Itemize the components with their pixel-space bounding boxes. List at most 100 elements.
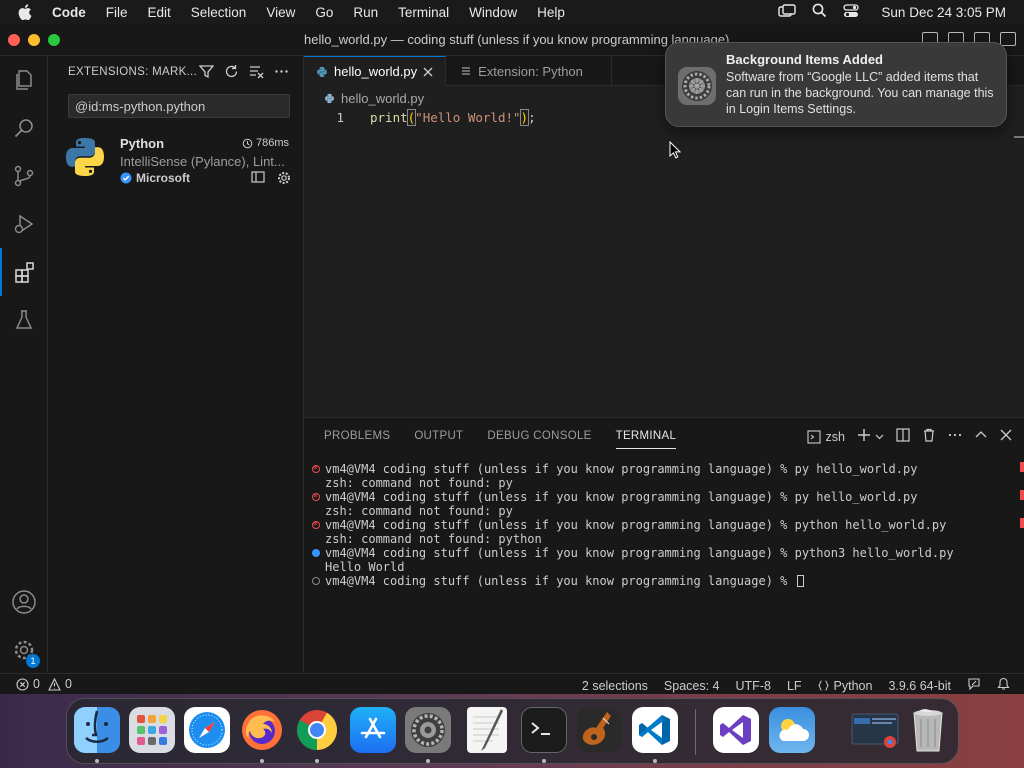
- verified-publisher-icon: [120, 172, 132, 184]
- visual-studio-icon[interactable]: [713, 707, 759, 753]
- accounts-icon[interactable]: [0, 578, 48, 626]
- menu-window[interactable]: Window: [469, 5, 517, 20]
- panel-tab-problems[interactable]: PROBLEMS: [324, 424, 390, 448]
- feedback-icon[interactable]: [967, 677, 981, 694]
- menu-file[interactable]: File: [106, 5, 128, 20]
- control-center-icon[interactable]: [843, 3, 860, 21]
- sidebar-header: EXTENSIONS: MARK...: [48, 56, 303, 88]
- filter-icon[interactable]: [198, 64, 215, 82]
- command-failed-icon[interactable]: [312, 489, 320, 503]
- new-terminal-icon[interactable]: [857, 428, 871, 445]
- firefox-icon[interactable]: [239, 707, 285, 753]
- chrome-icon[interactable]: [294, 707, 340, 753]
- problems-status[interactable]: 0 0: [16, 677, 72, 691]
- terminal-line-text: zsh: command not found: python: [325, 532, 542, 546]
- extension-description: IntelliSense (Pylance), Lint...: [120, 154, 285, 169]
- warning-count: 0: [64, 677, 72, 691]
- tab-label: Extension: Python: [478, 63, 583, 79]
- close-window-button[interactable]: [8, 34, 20, 46]
- breadcrumb-file: hello_world.py: [341, 91, 425, 106]
- code-text[interactable]: print("Hello World!");: [370, 109, 536, 128]
- more-actions-icon[interactable]: [274, 64, 289, 82]
- minimize-window-button[interactable]: [28, 34, 40, 46]
- window-preview-icon[interactable]: [849, 707, 901, 753]
- status-selections[interactable]: 2 selections: [582, 679, 648, 693]
- extensions-icon[interactable]: [0, 248, 48, 296]
- garageband-icon[interactable]: [576, 707, 622, 753]
- clear-results-icon[interactable]: [249, 64, 264, 82]
- manage-gear-icon[interactable]: 1: [0, 626, 48, 674]
- extension-settings-gear-icon[interactable]: [277, 171, 291, 188]
- menu-run[interactable]: Run: [353, 5, 378, 20]
- spotlight-search-icon[interactable]: [812, 3, 827, 21]
- launchpad-icon[interactable]: [129, 707, 175, 753]
- breadcrumb[interactable]: hello_world.py: [324, 91, 424, 106]
- screen-mirroring-icon[interactable]: [778, 3, 797, 21]
- search-icon[interactable]: [0, 104, 48, 152]
- zoom-window-button[interactable]: [48, 34, 60, 46]
- textedit-icon[interactable]: [467, 707, 507, 753]
- panel-tab-output[interactable]: OUTPUT: [414, 424, 463, 448]
- warning-icon: [48, 677, 61, 691]
- notifications-bell-icon[interactable]: [997, 677, 1010, 694]
- menu-app-name[interactable]: Code: [52, 5, 86, 20]
- customize-layout-icon[interactable]: [1000, 32, 1016, 46]
- panel-tab-terminal[interactable]: TERMINAL: [615, 424, 677, 449]
- terminal-line-text: vm4@VM4 coding stuff (unless if you know…: [325, 574, 795, 588]
- background-items-notification[interactable]: Background Items Added Software from “Go…: [665, 42, 1007, 127]
- run-debug-icon[interactable]: [0, 200, 48, 248]
- menu-selection[interactable]: Selection: [191, 5, 247, 20]
- terminal-dropdown-chevron-icon[interactable]: [875, 430, 884, 444]
- terminal-cursor: [796, 575, 804, 587]
- menu-clock[interactable]: Sun Dec 24 3:05 PM: [881, 5, 1006, 20]
- trash-icon[interactable]: [905, 707, 951, 753]
- split-terminal-icon[interactable]: [896, 428, 910, 445]
- refresh-icon[interactable]: [224, 64, 239, 82]
- testing-icon[interactable]: [0, 296, 48, 344]
- terminal-icon[interactable]: [521, 707, 567, 753]
- weather-icon[interactable]: [769, 707, 815, 753]
- status-interpreter[interactable]: 3.9.6 64-bit: [888, 679, 951, 693]
- terminal-line: vm4@VM4 coding stuff (unless if you know…: [312, 461, 954, 476]
- panel-tab-debug-console[interactable]: DEBUG CONSOLE: [487, 424, 591, 448]
- extension-list-item[interactable]: Python 786ms IntelliSense (Pylance), Lin…: [48, 134, 303, 194]
- menu-view[interactable]: View: [266, 5, 295, 20]
- menu-terminal[interactable]: Terminal: [398, 5, 449, 20]
- command-succeeded-icon[interactable]: [312, 549, 320, 557]
- tab-extension-python[interactable]: Extension: Python: [446, 56, 612, 86]
- safari-icon[interactable]: [184, 707, 230, 753]
- status-language-mode[interactable]: Python: [817, 679, 872, 693]
- status-encoding[interactable]: UTF-8: [736, 679, 771, 693]
- command-failed-icon[interactable]: [312, 517, 320, 531]
- publisher-name: Microsoft: [136, 171, 190, 185]
- notification-body: Software from “Google LLC” added items t…: [726, 70, 994, 116]
- close-panel-icon[interactable]: [1000, 429, 1012, 444]
- explorer-icon[interactable]: [0, 56, 48, 104]
- terminal-line-text: vm4@VM4 coding stuff (unless if you know…: [325, 546, 954, 560]
- extension-split-icon[interactable]: [251, 171, 265, 188]
- dock-separator: [695, 709, 696, 755]
- code-line[interactable]: 1 print("Hello World!");: [304, 109, 536, 128]
- finder-icon[interactable]: [74, 707, 120, 753]
- system-settings-icon[interactable]: [405, 707, 451, 753]
- menu-edit[interactable]: Edit: [148, 5, 171, 20]
- command-failed-icon[interactable]: [312, 461, 320, 475]
- vscode-icon[interactable]: [632, 707, 678, 753]
- apple-menu-icon[interactable]: [18, 4, 34, 20]
- panel-more-actions-icon[interactable]: [948, 428, 962, 445]
- terminal-shell-selector[interactable]: zsh: [806, 430, 845, 444]
- source-control-icon[interactable]: [0, 152, 48, 200]
- menu-help[interactable]: Help: [537, 5, 565, 20]
- maximize-panel-chevron-icon[interactable]: [974, 428, 988, 445]
- menu-go[interactable]: Go: [315, 5, 333, 20]
- status-indentation[interactable]: Spaces: 4: [664, 679, 720, 693]
- notification-title: Background Items Added: [726, 52, 883, 67]
- app-store-icon[interactable]: [350, 707, 396, 753]
- status-eol[interactable]: LF: [787, 679, 802, 693]
- extensions-sidebar: EXTENSIONS: MARK... @id:ms-python.python…: [48, 56, 304, 673]
- close-tab-icon[interactable]: [423, 67, 433, 77]
- kill-terminal-trash-icon[interactable]: [922, 428, 936, 445]
- extensions-search-input[interactable]: [68, 94, 290, 118]
- tab-hello-world[interactable]: hello_world.py: [304, 56, 447, 86]
- terminal-output[interactable]: vm4@VM4 coding stuff (unless if you know…: [312, 461, 954, 588]
